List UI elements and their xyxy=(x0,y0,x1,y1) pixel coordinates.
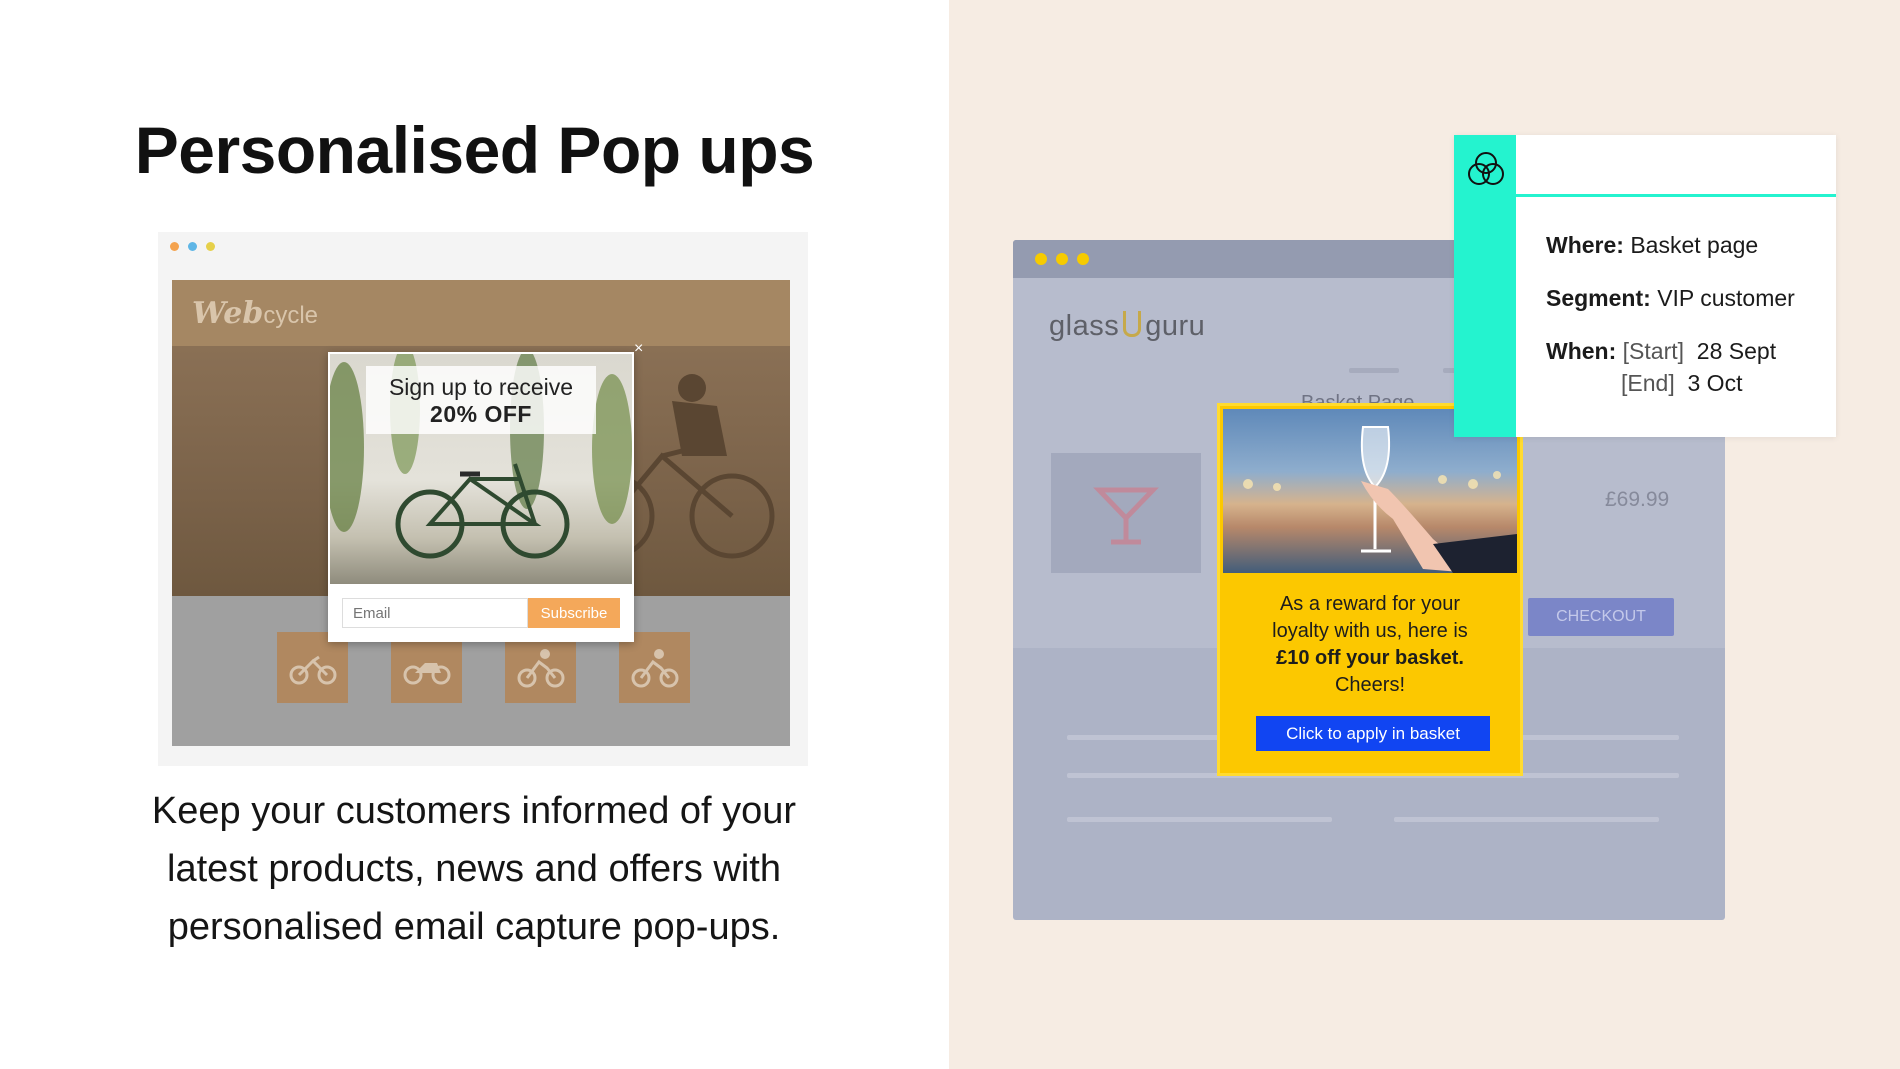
rule-where: Where: Basket page xyxy=(1546,230,1795,260)
where-value: Basket page xyxy=(1630,232,1759,258)
wine-glass-icon xyxy=(1123,311,1142,337)
segment-value: VIP customer xyxy=(1657,285,1795,311)
motorbike-icon[interactable] xyxy=(391,632,462,703)
nav-placeholder xyxy=(1349,368,1399,373)
product-price: £69.99 xyxy=(1605,488,1670,511)
cyclist-icon[interactable] xyxy=(619,632,690,703)
window-dot xyxy=(1035,253,1047,265)
rule-details: Where: Basket page Segment: VIP customer… xyxy=(1546,230,1795,421)
signup-banner: Sign up to receive 20% OFF xyxy=(366,366,596,434)
checkout-button[interactable]: CHECKOUT xyxy=(1528,598,1674,636)
content-placeholder-line xyxy=(1394,817,1659,822)
rule-divider xyxy=(1516,194,1836,197)
webcycle-header: Webcycle xyxy=(172,280,790,346)
end-value: 3 Oct xyxy=(1687,370,1743,396)
category-icons-row xyxy=(277,632,690,703)
left-panel: Personalised Pop ups Webcycle Sign up to… xyxy=(0,0,949,1069)
webcycle-logo: Webcycle xyxy=(192,296,318,331)
reward-line-2: loyalty with us, here is xyxy=(1272,620,1468,642)
cyclist-icon[interactable] xyxy=(505,632,576,703)
start-label: [Start] xyxy=(1622,338,1685,364)
reward-line-1: As a reward for your xyxy=(1279,593,1461,615)
subscribe-button[interactable]: Subscribe xyxy=(528,598,620,628)
window-dot-orange xyxy=(170,242,179,251)
when-label: When: xyxy=(1546,338,1617,364)
targeting-rule-card: Where: Basket page Segment: VIP customer… xyxy=(1454,135,1836,437)
reward-message: As a reward for your loyalty with us, he… xyxy=(1220,591,1520,699)
page-title: Personalised Pop ups xyxy=(134,113,815,187)
scooter-icon[interactable] xyxy=(277,632,348,703)
page-description: Keep your customers informed of your lat… xyxy=(151,790,797,948)
signup-discount: 20% OFF xyxy=(430,401,532,427)
logo-left: glass xyxy=(1049,310,1120,342)
email-field[interactable] xyxy=(342,598,528,628)
signup-form: Subscribe xyxy=(342,598,620,628)
where-label: Where: xyxy=(1546,232,1624,258)
glassguru-logo: glass guru xyxy=(1049,310,1205,343)
signup-line-1: Sign up to receive xyxy=(388,374,574,400)
apply-in-basket-button[interactable]: Click to apply in basket xyxy=(1256,716,1490,751)
end-label: [End] xyxy=(1621,370,1675,396)
content-placeholder-line xyxy=(1067,817,1332,822)
window-dot-blue xyxy=(188,242,197,251)
reward-line-4: Cheers! xyxy=(1334,674,1406,696)
window-dot xyxy=(1056,253,1068,265)
logo-main: Web xyxy=(192,296,264,331)
loyalty-reward-popup: As a reward for your loyalty with us, he… xyxy=(1217,403,1523,776)
rule-when-end: [End] 3 Oct xyxy=(1546,368,1795,398)
webcycle-signup-popup: Sign up to receive 20% OFF × Subscribe xyxy=(328,340,643,642)
window-dots xyxy=(1035,253,1089,265)
rule-segment: Segment: VIP customer xyxy=(1546,283,1795,313)
bicycle-ivy-image: Sign up to receive 20% OFF xyxy=(330,354,632,584)
brand-knot-icon xyxy=(1468,152,1504,185)
window-dot-yellow xyxy=(206,242,215,251)
product-thumbnail xyxy=(1051,453,1201,573)
window-dots xyxy=(170,242,215,251)
close-icon[interactable]: × xyxy=(634,340,643,358)
window-dot xyxy=(1077,253,1089,265)
segment-label: Segment: xyxy=(1546,285,1651,311)
martini-glass-icon xyxy=(1093,487,1159,545)
logo-sub: cycle xyxy=(263,302,318,329)
start-value: 28 Sept xyxy=(1696,338,1777,364)
logo-right: guru xyxy=(1145,310,1206,342)
rule-when-start: When: [Start] 28 Sept xyxy=(1546,336,1795,366)
rule-accent-stripe xyxy=(1454,135,1516,437)
reward-offer: £10 off your basket. xyxy=(1276,647,1464,669)
